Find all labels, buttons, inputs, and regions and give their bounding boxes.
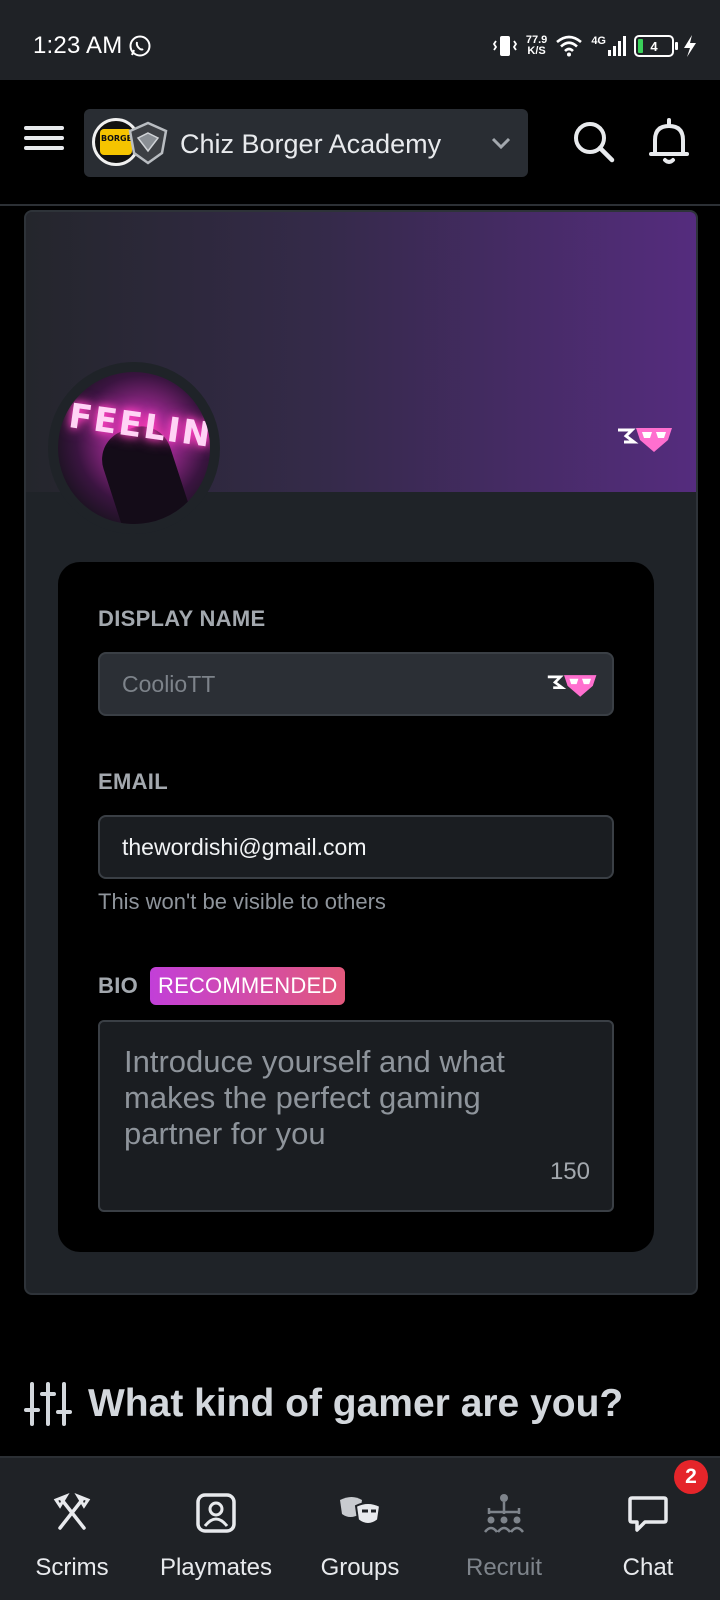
gamer-type-section-header: What kind of gamer are you? (24, 1378, 623, 1430)
bell-icon[interactable] (645, 116, 693, 168)
menu-button[interactable] (24, 120, 68, 164)
group-selector[interactable]: BORGER Chiz Borger Academy (84, 109, 528, 177)
bio-char-count: 150 (549, 1158, 590, 1185)
sliders-icon (24, 1382, 72, 1426)
hamburger-icon-line (24, 136, 64, 140)
bio-textarea[interactable]: Introduce yourself and what makes the pe… (98, 1020, 614, 1212)
section-title: What kind of gamer are you? (88, 1382, 624, 1425)
network-speed: 77.9 K/S (525, 34, 548, 57)
brand-mask-icon (547, 675, 597, 697)
signal-4g: 4G (591, 35, 626, 57)
display-name-label: DISPLAY NAME (98, 606, 266, 631)
display-name-field[interactable]: CoolioTT (98, 652, 614, 716)
nav-groups[interactable]: Groups (288, 1458, 432, 1600)
bio-placeholder: Introduce yourself and what makes the pe… (124, 1044, 505, 1151)
nav-scrims[interactable]: Scrims (0, 1458, 144, 1600)
charging-icon (684, 35, 696, 57)
chat-unread-badge: 2 (674, 1460, 708, 1494)
nav-playmates[interactable]: Playmates (144, 1458, 288, 1600)
shield-logo-icon (128, 121, 168, 165)
status-time: 1:23 AM (33, 32, 123, 59)
recommended-badge: RECOMMENDED (150, 967, 346, 1005)
bottom-navigation: Scrims Playmates Groups Recruit Chat (0, 1456, 720, 1600)
crossed-axes-icon (53, 1492, 91, 1530)
email-helper-text: This won't be visible to others (98, 889, 386, 914)
profile-form: DISPLAY NAME CoolioTT EMAIL thewordishi@… (58, 562, 654, 1252)
whatsapp-icon (129, 35, 151, 57)
team-tree-icon (484, 1494, 524, 1533)
masks-icon (340, 1497, 382, 1525)
group-name: Chiz Borger Academy (180, 129, 442, 159)
status-bar: 1:23 AM 77.9 K/S 4G 4 (0, 0, 720, 80)
signal-icon (608, 36, 626, 56)
profile-card-icon (196, 1493, 236, 1533)
vibrate-icon (492, 36, 517, 56)
battery-indicator: 4 (634, 35, 678, 57)
app-header: BORGER Chiz Borger Academy (0, 80, 720, 206)
chevron-down-icon (491, 137, 511, 150)
wifi-icon (556, 35, 583, 57)
bio-label: BIO (98, 973, 139, 998)
hamburger-icon-line (24, 146, 64, 150)
profile-card: FEELINGS DISPLAY NAME CoolioTT EMAIL the… (24, 210, 698, 1295)
nav-recruit[interactable]: Recruit (432, 1458, 576, 1600)
email-label: EMAIL (98, 769, 168, 794)
email-field[interactable]: thewordishi@gmail.com (98, 815, 614, 879)
hamburger-icon-line (24, 126, 64, 130)
chat-bubble-icon (628, 1496, 668, 1532)
avatar: FEELINGS (58, 372, 210, 524)
search-icon[interactable] (570, 118, 618, 166)
avatar-container[interactable]: FEELINGS (48, 362, 220, 534)
brand-mask-icon (618, 428, 672, 452)
